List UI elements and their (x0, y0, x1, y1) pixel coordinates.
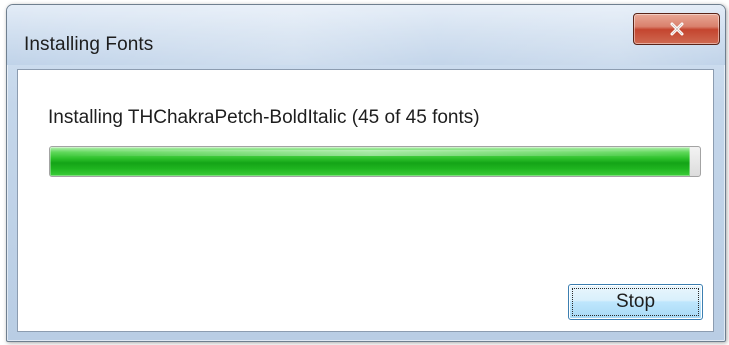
stop-button-label: Stop (615, 291, 656, 312)
close-icon (669, 22, 685, 36)
window-title: Installing Fonts (24, 34, 154, 55)
progress-bar-fill (50, 147, 691, 176)
dialog-window: Installing Fonts Installing THChakraPetc… (6, 4, 726, 342)
title-bar[interactable]: Installing Fonts (7, 5, 725, 65)
install-progress-bar (49, 146, 701, 177)
dialog-content: Installing THChakraPetch-BoldItalic (45 … (17, 69, 714, 332)
close-button[interactable] (633, 13, 720, 45)
stop-button[interactable]: Stop (568, 284, 703, 320)
install-status-text: Installing THChakraPetch-BoldItalic (45 … (48, 107, 480, 128)
